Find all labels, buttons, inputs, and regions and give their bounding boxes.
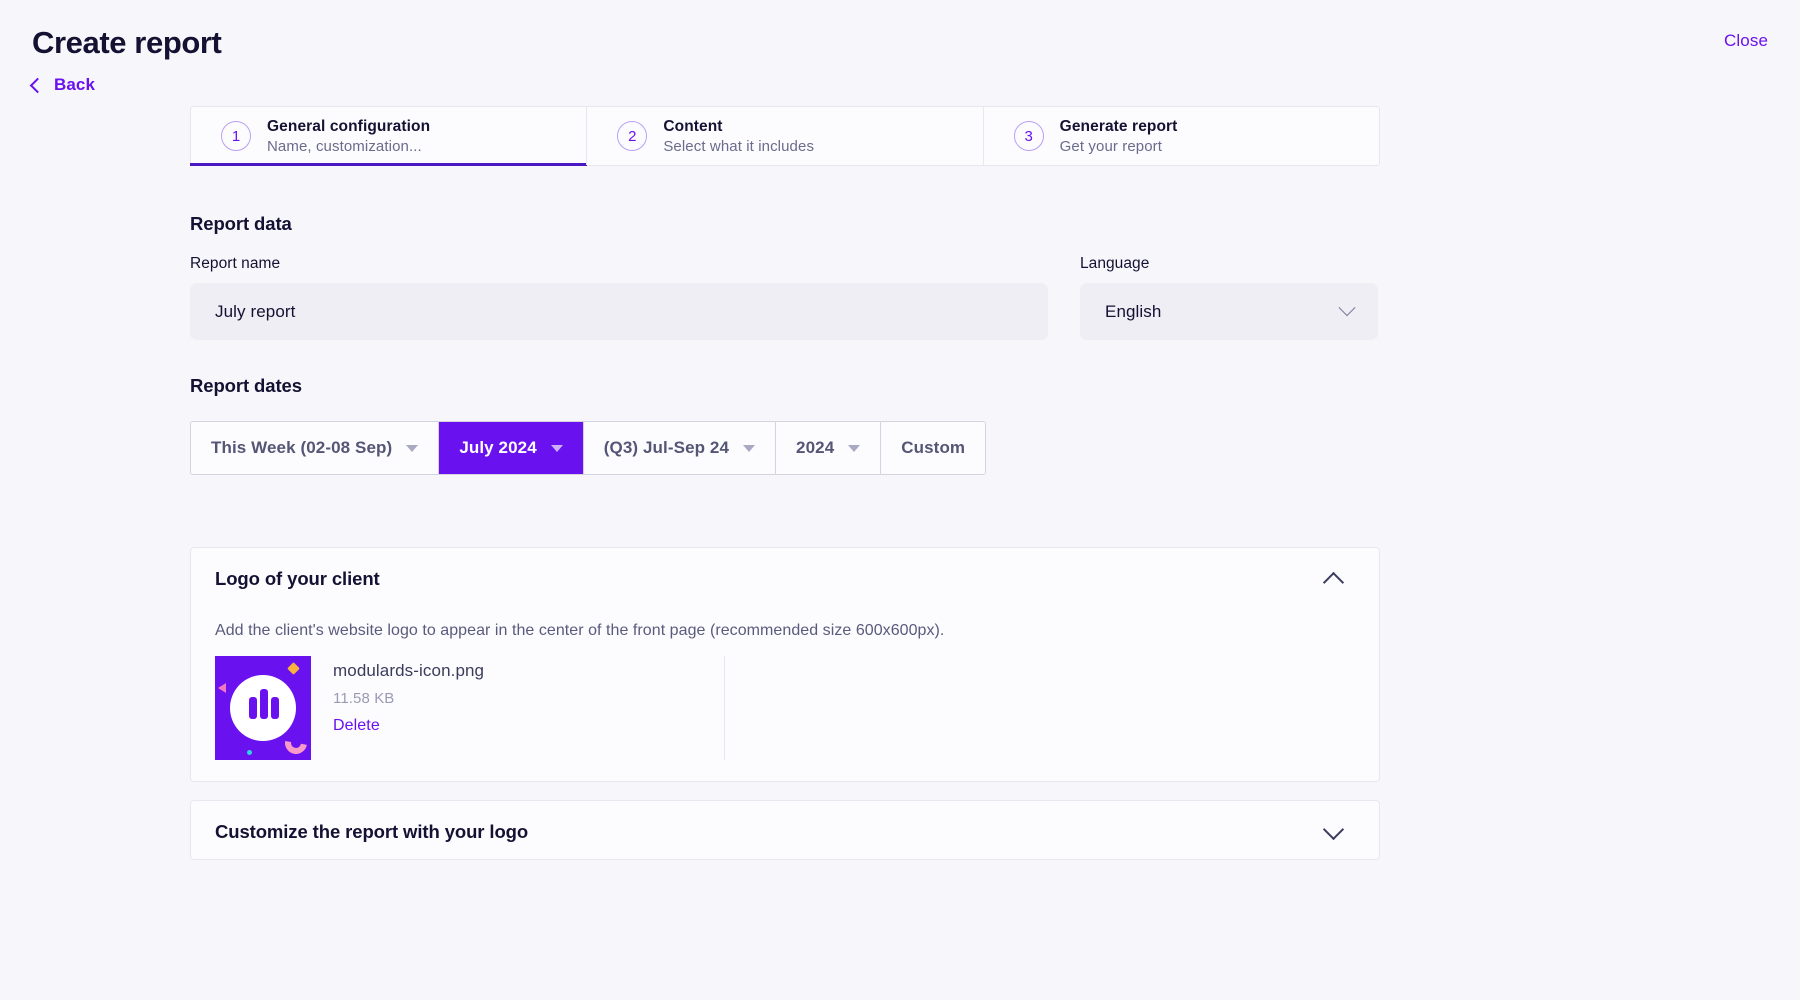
card-title: Logo of your client bbox=[215, 568, 380, 589]
uploaded-file-name: modulards-icon.png bbox=[333, 661, 485, 680]
date-option-quarter[interactable]: (Q3) Jul-Sep 24 bbox=[583, 422, 777, 474]
caret-down-icon bbox=[848, 444, 861, 452]
page-header: Create report Close bbox=[0, 0, 1800, 80]
date-option-year[interactable]: 2024 bbox=[776, 422, 882, 474]
uploaded-file-tile: modulards-icon.png 11.58 KB Delete bbox=[215, 656, 725, 760]
close-button[interactable]: Close bbox=[1724, 31, 1768, 51]
caret-down-icon bbox=[743, 444, 756, 452]
date-option-custom[interactable]: Custom bbox=[881, 422, 986, 474]
wizard-stepper: 1 General configuration Name, customizat… bbox=[189, 106, 1380, 166]
logo-of-client-card-header[interactable]: Logo of your client bbox=[191, 548, 1379, 610]
date-option-label: (Q3) Jul-Sep 24 bbox=[603, 438, 730, 457]
step-number-badge: 2 bbox=[617, 121, 648, 151]
step-number-badge: 1 bbox=[221, 121, 251, 151]
language-select[interactable]: English bbox=[1080, 283, 1378, 340]
customize-report-logo-card-header[interactable]: Customize the report with your logo bbox=[191, 801, 1379, 863]
report-name-input[interactable] bbox=[190, 283, 1048, 340]
date-option-this-week[interactable]: This Week (02-08 Sep) bbox=[191, 422, 440, 474]
section-heading-report-dates: Report dates bbox=[190, 375, 302, 396]
logo-of-client-card: Logo of your client Add the client's web… bbox=[190, 547, 1380, 782]
logo-thumbnail-image bbox=[215, 656, 311, 760]
decorative-diamond-icon bbox=[287, 662, 300, 675]
chevron-up-icon[interactable] bbox=[1322, 571, 1345, 593]
language-select-value: English bbox=[1105, 301, 1162, 321]
logo-bar-right bbox=[271, 697, 279, 719]
step-title: Content bbox=[663, 117, 723, 135]
logo-of-client-description: Add the client's website logo to appear … bbox=[215, 622, 945, 639]
chevron-down-icon bbox=[1338, 298, 1356, 316]
chevron-down-icon[interactable] bbox=[1322, 818, 1345, 840]
section-heading-report-data: Report data bbox=[190, 213, 292, 234]
step-content[interactable]: 2 Content Select what it includes bbox=[586, 107, 982, 165]
logo-bar-center bbox=[260, 689, 268, 719]
step-title: Generate report bbox=[1059, 117, 1178, 135]
step-generate-report[interactable]: 3 Generate report Get your report bbox=[982, 107, 1379, 165]
page-title: Create report bbox=[32, 25, 222, 60]
language-label: Language bbox=[1080, 255, 1150, 272]
back-button-label: Back bbox=[54, 75, 96, 94]
decorative-dot-icon bbox=[247, 750, 252, 755]
delete-file-button[interactable]: Delete bbox=[333, 717, 380, 735]
date-option-label: July 2024 bbox=[459, 438, 537, 457]
step-title: General configuration bbox=[267, 117, 431, 135]
uploaded-file-size: 11.58 KB bbox=[333, 690, 395, 707]
customize-report-logo-card: Customize the report with your logo bbox=[190, 800, 1380, 860]
back-button[interactable]: Back bbox=[29, 75, 96, 95]
logo-bar-left bbox=[249, 697, 257, 719]
date-option-month[interactable]: July 2024 bbox=[439, 422, 584, 474]
decorative-triangle-icon bbox=[218, 683, 226, 693]
step-general-configuration[interactable]: 1 General configuration Name, customizat… bbox=[189, 107, 588, 166]
step-number-badge: 3 bbox=[1013, 121, 1044, 151]
caret-down-icon bbox=[550, 444, 563, 452]
date-option-label: Custom bbox=[901, 438, 966, 457]
step-subtitle: Name, customization... bbox=[267, 137, 422, 155]
report-name-label: Report name bbox=[190, 255, 281, 272]
step-subtitle: Select what it includes bbox=[663, 137, 815, 155]
date-option-label: This Week (02-08 Sep) bbox=[211, 438, 393, 457]
date-option-label: 2024 bbox=[796, 438, 835, 457]
chevron-left-icon bbox=[29, 77, 46, 94]
card-title: Customize the report with your logo bbox=[215, 821, 529, 842]
caret-down-icon bbox=[406, 444, 419, 452]
report-date-range-group: This Week (02-08 Sep) July 2024 (Q3) Jul… bbox=[190, 421, 987, 475]
step-subtitle: Get your report bbox=[1059, 137, 1163, 155]
